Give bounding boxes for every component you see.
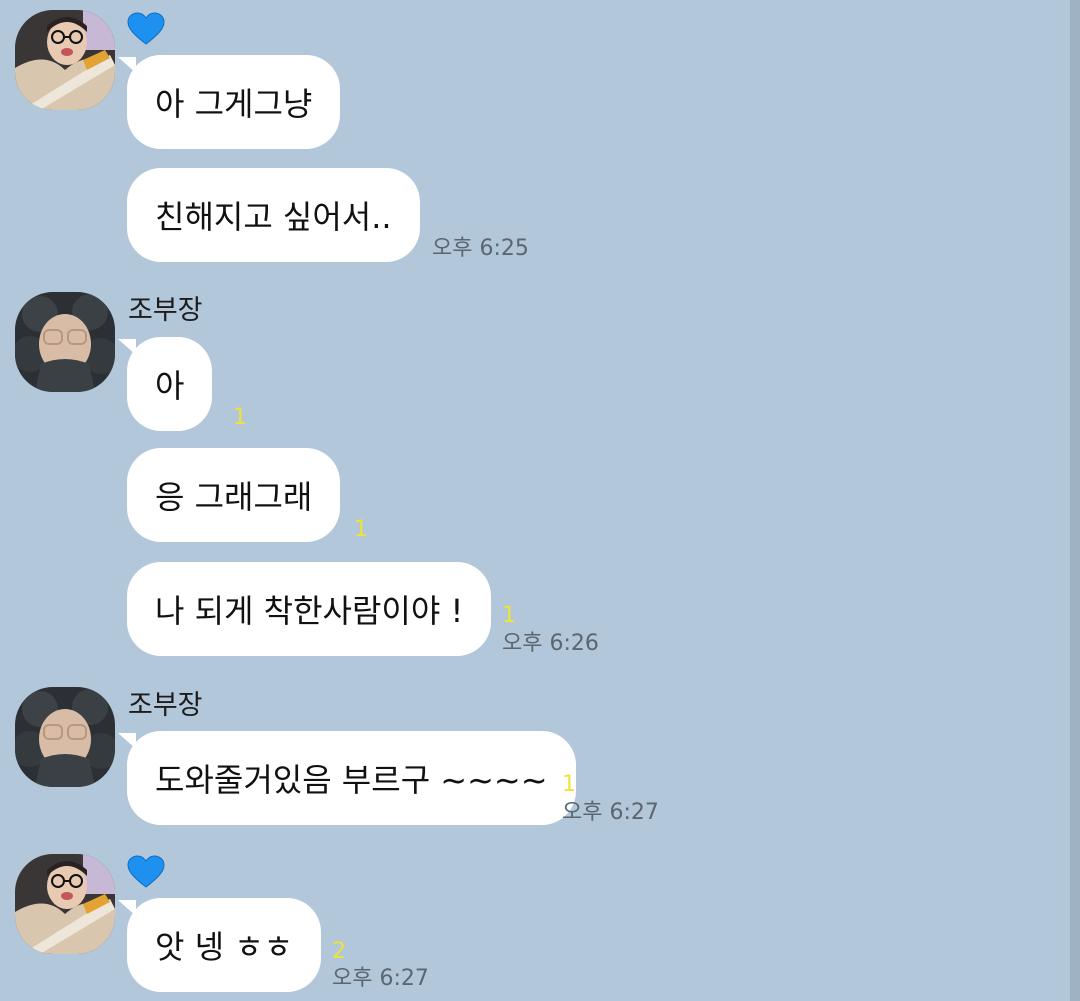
timestamp: 오후 6:26	[502, 631, 599, 656]
message-bubble[interactable]: 나 되게 착한사람이야 !	[127, 562, 492, 656]
message-bubble[interactable]: 응 그래그래	[127, 448, 341, 542]
unread-count: 2	[332, 939, 346, 964]
avatar[interactable]	[15, 10, 115, 110]
sender-name: 조부장	[128, 690, 203, 721]
message-bubble[interactable]: 친해지고 싶어서..	[127, 168, 420, 262]
message-text: 나 되게 착한사람이야 !	[155, 592, 464, 630]
message-bubble[interactable]: 도와줄거있음 부르구 ~~~~	[118, 731, 576, 825]
message-bubble[interactable]: 앗 넹 ㅎㅎ	[117, 898, 322, 992]
scrollbar-track[interactable]	[1070, 0, 1080, 1001]
sender-name: 조부장	[128, 295, 203, 326]
avatar[interactable]	[15, 687, 115, 787]
unread-count: 1	[502, 603, 516, 628]
blue-heart-icon	[127, 855, 165, 889]
message-text: 친해지고 싶어서..	[155, 198, 392, 236]
timestamp: 오후 6:25	[432, 236, 529, 261]
message-bubble[interactable]: 아 그게그냥	[117, 55, 341, 149]
message-text: 앗 넹 ㅎㅎ	[155, 928, 294, 966]
avatar[interactable]	[15, 854, 115, 954]
unread-count: 1	[354, 517, 368, 542]
message-text: 아	[155, 367, 185, 405]
unread-count: 1	[562, 772, 576, 797]
message-text: 도와줄거있음 부르구 ~~~~	[155, 761, 548, 799]
avatar[interactable]	[15, 292, 115, 392]
blue-heart-icon	[127, 12, 165, 46]
unread-count: 1	[233, 405, 247, 430]
message-text: 아 그게그냥	[155, 85, 313, 123]
message-bubble[interactable]: 아	[117, 337, 213, 431]
timestamp: 오후 6:27	[562, 800, 659, 825]
timestamp: 오후 6:27	[332, 966, 429, 991]
message-text: 응 그래그래	[155, 478, 313, 516]
